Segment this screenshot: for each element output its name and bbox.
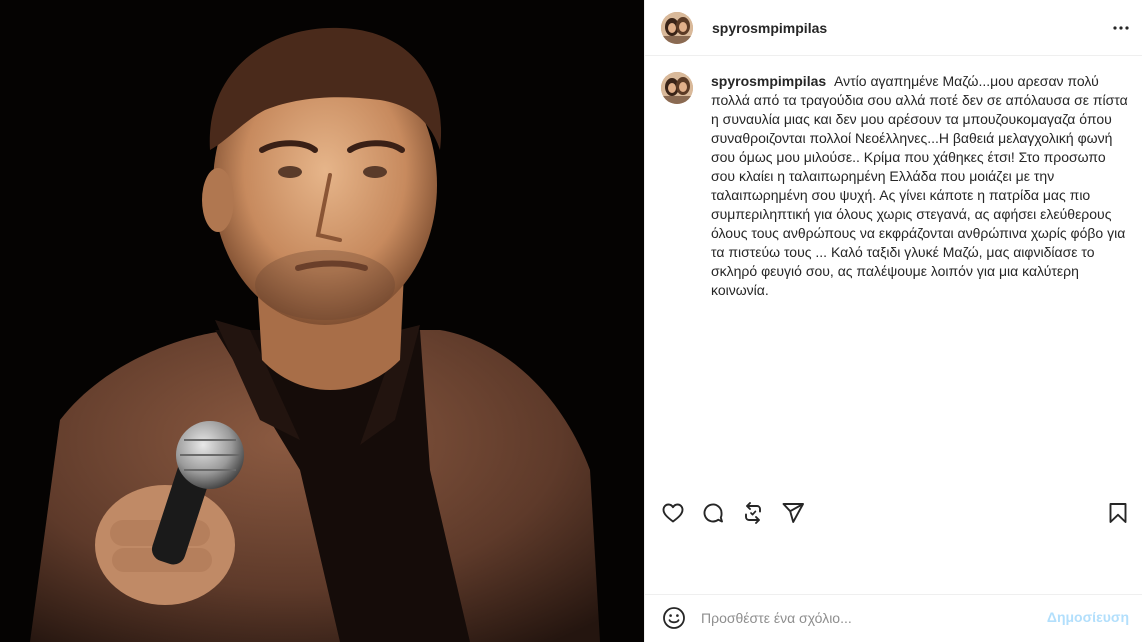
- post-header: spyrosmpimpilas: [645, 0, 1142, 56]
- caption-avatar[interactable]: [661, 72, 693, 104]
- singer-photo-illustration: [0, 0, 644, 642]
- post-side-panel: spyrosmpimpilas spyrosmpimpilas Αντίο αγ…: [644, 0, 1142, 642]
- emoji-button[interactable]: [661, 605, 687, 631]
- emoji-smiley-icon: [663, 607, 685, 629]
- header-username[interactable]: spyrosmpimpilas: [712, 20, 827, 36]
- more-options-icon: [1113, 26, 1129, 30]
- heart-icon: [662, 503, 684, 523]
- comment-bubble-icon: [703, 503, 723, 523]
- repost-icon: [745, 502, 761, 524]
- comment-form: Δημοσίευση: [645, 594, 1142, 642]
- send-paper-plane-icon: [782, 503, 804, 523]
- post-comment-button[interactable]: Δημοσίευση: [1047, 609, 1129, 625]
- save-button[interactable]: [1105, 500, 1131, 526]
- caption-text: Αντίο αγαπημένε Μαζώ...μου αρεσαν πολύ π…: [711, 73, 1128, 298]
- repost-button[interactable]: [740, 500, 766, 526]
- post-photo[interactable]: [0, 0, 644, 642]
- avatar[interactable]: [661, 11, 693, 44]
- comment-button[interactable]: [700, 500, 726, 526]
- caption: spyrosmpimpilas Αντίο αγαπημένε Μαζώ...μ…: [661, 72, 1135, 300]
- like-button[interactable]: [660, 500, 686, 526]
- share-button[interactable]: [780, 500, 806, 526]
- action-bar: [645, 496, 1142, 528]
- bookmark-icon: [1109, 503, 1127, 523]
- comment-input[interactable]: [701, 607, 1031, 629]
- instagram-post: spyrosmpimpilas spyrosmpimpilas Αντίο αγ…: [0, 0, 1142, 642]
- avatar-icon: [661, 72, 693, 104]
- caption-username[interactable]: spyrosmpimpilas: [711, 73, 826, 89]
- caption-text-block: spyrosmpimpilas Αντίο αγαπημένε Μαζώ...μ…: [711, 72, 1131, 300]
- avatar-icon: [661, 11, 693, 44]
- more-options-button[interactable]: [1109, 16, 1133, 40]
